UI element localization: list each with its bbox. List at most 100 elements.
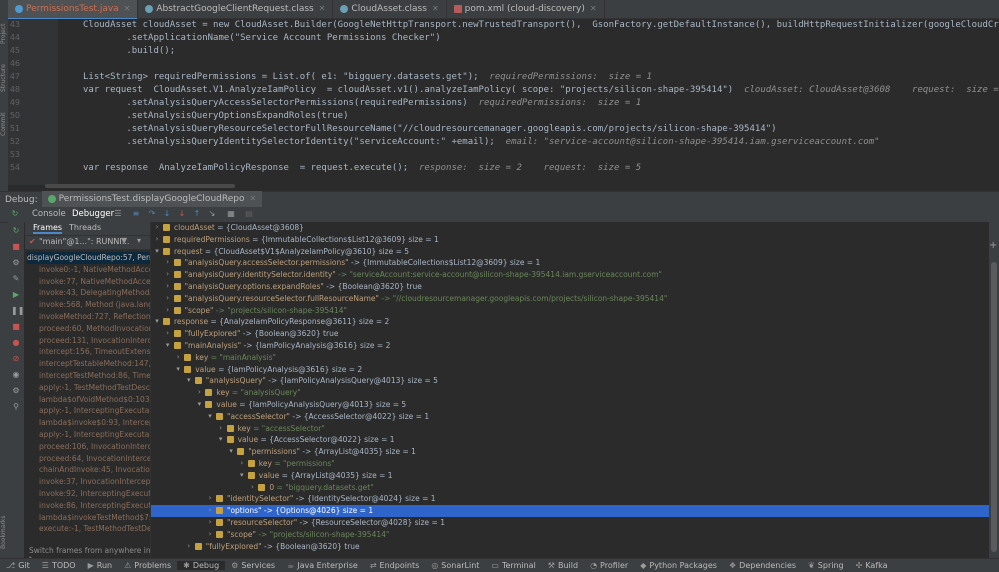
trace-icon[interactable]: ▤ xyxy=(244,209,254,219)
stack-frame[interactable]: invoke:86, InterceptingExecutable xyxy=(39,500,150,512)
expand-right-icon[interactable]: › xyxy=(185,541,193,553)
variable-row[interactable]: ▾ value = {ArrayList@4035} size = 1 xyxy=(151,470,989,482)
variable-row[interactable]: › "options" -> {Options@4026} size = 1 xyxy=(151,505,989,517)
variable-row[interactable]: ▾ "mainAnalysis" -> {IamPolicyAnalysis@36… xyxy=(151,340,989,352)
filter-icon[interactable]: ▼ xyxy=(121,236,127,245)
variable-row[interactable]: › cloudAsset = {CloudAsset@3608} xyxy=(151,222,989,234)
tab-permissions-test[interactable]: PermissionsTest.java ✕ xyxy=(8,0,139,20)
run-to-cursor-icon[interactable]: ↘ xyxy=(207,209,217,219)
toolwindow-endpoints[interactable]: ⇄ Endpoints xyxy=(364,561,425,570)
variable-row[interactable]: ▾ value = {AccessSelector@4022} size = 1 xyxy=(151,434,989,446)
step-out-icon[interactable]: ↑ xyxy=(192,209,202,219)
toolwindow-terminal[interactable]: ▭ Terminal xyxy=(485,561,541,570)
tab-frames[interactable]: Frames xyxy=(33,223,63,234)
tab-pom-xml[interactable]: pom.xml (cloud-discovery) ✕ xyxy=(447,0,605,18)
tool-window-bookmarks[interactable]: Bookmarks xyxy=(0,505,8,549)
variable-row[interactable]: ▾ "analysisQuery" -> {IamPolicyAnalysisQu… xyxy=(151,375,989,387)
close-icon[interactable]: ✕ xyxy=(432,0,439,18)
variable-row[interactable]: › key = "permissions" xyxy=(151,458,989,470)
settings-icon[interactable]: ⚙ xyxy=(11,258,21,268)
close-icon[interactable]: ✕ xyxy=(124,0,131,18)
camera-icon[interactable]: ◉ xyxy=(11,370,21,380)
variable-row[interactable]: › "analysisQuery.resourceSelector.fullRes… xyxy=(151,293,989,305)
code-editor[interactable]: CloudAsset cloudAsset = new CloudAsset.B… xyxy=(58,19,999,185)
expand-down-icon[interactable]: ▾ xyxy=(174,364,182,376)
tool-window-project[interactable]: Project xyxy=(0,4,8,44)
expand-right-icon[interactable]: › xyxy=(164,328,172,340)
close-icon[interactable]: ✕ xyxy=(249,191,256,207)
rerun-icon[interactable]: ↻ xyxy=(10,209,20,219)
expand-right-icon[interactable]: › xyxy=(195,387,203,399)
expand-down-icon[interactable]: ▾ xyxy=(164,340,172,352)
step-over-icon[interactable]: ↷ xyxy=(147,209,157,219)
expand-right-icon[interactable]: › xyxy=(153,234,161,246)
stack-frame[interactable]: lambda$invokeTestMethod$7:217, xyxy=(39,512,150,524)
resume-icon[interactable]: ▶ xyxy=(11,290,21,300)
variable-row[interactable]: › "analysisQuery.accessSelector.permissio… xyxy=(151,257,989,269)
expand-down-icon[interactable]: ▾ xyxy=(227,446,235,458)
stack-frame[interactable]: invoke:568, Method (java.lang.ref xyxy=(39,299,150,311)
chevron-down-icon[interactable]: ▾ xyxy=(137,236,141,245)
stack-frame[interactable]: apply:-1, InterceptingExecutableIn xyxy=(39,405,150,417)
expand-right-icon[interactable]: › xyxy=(238,458,246,470)
stack-frame[interactable]: invoke:77, NativeMethodAccesso xyxy=(39,276,150,288)
toolwindow-problems[interactable]: ⚠ Problems xyxy=(118,561,177,570)
settings-icon[interactable]: ⚙ xyxy=(11,386,21,396)
variable-row[interactable]: ▾ request = {CloudAsset$V1$AnalyzeIamPoli… xyxy=(151,246,989,258)
variable-row[interactable]: › 0 = "bigquery.datasets.get" xyxy=(151,482,989,494)
expand-right-icon[interactable]: › xyxy=(248,482,256,494)
variable-row[interactable]: › "analysisQuery.options.expandRoles" -> … xyxy=(151,281,989,293)
toolwindow-dependencies[interactable]: ❖ Dependencies xyxy=(723,561,802,570)
force-step-into-icon[interactable]: ↓ xyxy=(177,209,187,219)
toolwindow-run[interactable]: ▶ Run xyxy=(82,561,119,570)
toolwindow-git[interactable]: ⎇ Git xyxy=(0,561,36,570)
pin-icon[interactable]: ⚲ xyxy=(11,402,21,412)
variable-row[interactable]: ▾ "accessSelector" -> {AccessSelector@402… xyxy=(151,411,989,423)
toolwindow-services[interactable]: ⚙ Services xyxy=(225,561,281,570)
variable-row[interactable]: › key = "mainAnalysis" xyxy=(151,352,989,364)
expand-down-icon[interactable]: ▾ xyxy=(238,470,246,482)
variable-row[interactable]: › requiredPermissions = {ImmutableCollect… xyxy=(151,234,989,246)
variables-scrollbar[interactable] xyxy=(991,262,997,552)
step-into-icon[interactable]: ↓ xyxy=(162,209,172,219)
expand-right-icon[interactable]: › xyxy=(164,269,172,281)
expand-right-icon[interactable]: › xyxy=(164,293,172,305)
variable-row[interactable]: › "fullyExplored" -> {Boolean@3620} true xyxy=(151,541,989,553)
stack-frame[interactable]: invokeMethod:727, ReflectionUti xyxy=(39,311,150,323)
expand-right-icon[interactable]: › xyxy=(164,257,172,269)
toolwindow-sonarlint[interactable]: ◎ SonarLint xyxy=(425,561,485,570)
add-icon[interactable]: + xyxy=(989,240,997,251)
tool-window-commit[interactable]: Commit xyxy=(0,100,8,136)
toolwindow-java-enterprise[interactable]: ☕ Java Enterprise xyxy=(281,561,364,570)
variable-row[interactable]: ▾ "permissions" -> {ArrayList@4035} size … xyxy=(151,446,989,458)
rerun-icon[interactable]: ↻ xyxy=(11,226,21,236)
wrench-icon[interactable]: ✎ xyxy=(11,274,21,284)
stop-icon[interactable]: ■ xyxy=(11,242,21,252)
expand-right-icon[interactable]: › xyxy=(206,505,214,517)
tab-cloud-asset[interactable]: CloudAsset.class ✕ xyxy=(333,0,447,18)
stack-frame[interactable]: displayGoogleCloudRepo:57, Permi xyxy=(27,252,150,264)
stack-frame[interactable]: proceed:60, MethodInvocation (or xyxy=(39,323,150,335)
stack-frame[interactable]: proceed:106, InvocationIntercepto xyxy=(39,441,150,453)
stack-frame[interactable]: invoke:92, InterceptingExecutable xyxy=(39,488,150,500)
close-icon[interactable]: ✕ xyxy=(590,0,597,18)
stack-frame[interactable]: lambda$invoke$0:93, InterceptingE xyxy=(39,417,150,429)
expand-right-icon[interactable]: › xyxy=(217,423,225,435)
variable-row[interactable]: › "resourceSelector" -> {ResourceSelector… xyxy=(151,517,989,529)
pause-icon[interactable]: ❚❚ xyxy=(11,306,24,316)
tab-console[interactable]: Console xyxy=(32,207,66,222)
toolwindow-todo[interactable]: ☰ TODO xyxy=(36,561,82,570)
expand-right-icon[interactable]: › xyxy=(206,517,214,529)
stack-frame[interactable]: proceed:131, InvocationIntercep xyxy=(39,335,150,347)
evaluate-expression-icon[interactable]: ▦ xyxy=(226,209,236,219)
expand-down-icon[interactable]: ▾ xyxy=(195,399,203,411)
variable-row[interactable]: › "analysisQuery.identitySelector.identit… xyxy=(151,269,989,281)
stack-frame[interactable]: interceptTestableMethod:147, Time xyxy=(39,358,150,370)
stack-frame[interactable]: invoke:37, InvocationInterceptorCh xyxy=(39,476,150,488)
view-breakpoints-icon[interactable]: ● xyxy=(11,338,21,348)
stack-frame[interactable]: apply:-1, InterceptingExecutableIn xyxy=(39,429,150,441)
toolwindow-kafka[interactable]: ✣ Kafka xyxy=(850,561,894,570)
thread-selector[interactable]: ✔ "main"@1...": RUNNI... ▼ ▾ xyxy=(25,236,150,250)
toolwindow-spring[interactable]: ❦ Spring xyxy=(802,561,850,570)
tab-abstract-google-client-request[interactable]: AbstractGoogleClientRequest.class ✕ xyxy=(138,0,334,18)
